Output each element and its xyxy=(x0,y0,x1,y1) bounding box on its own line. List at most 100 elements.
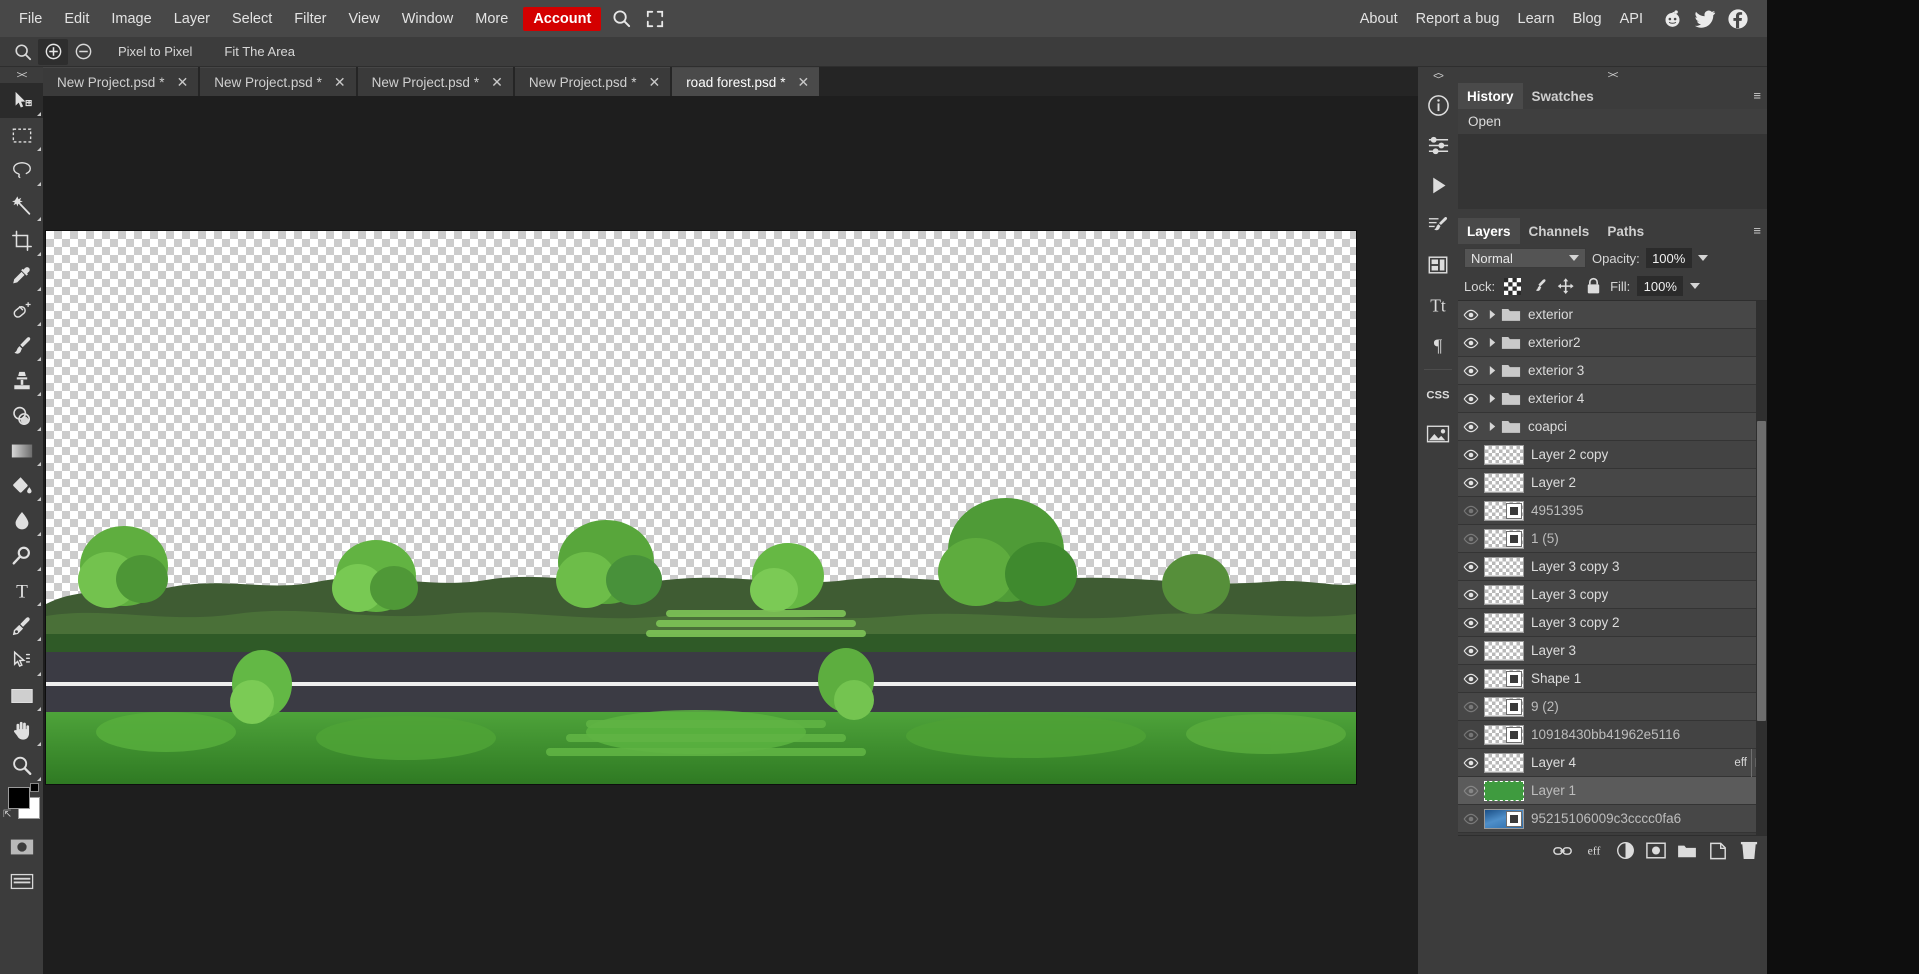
gradient-tool[interactable] xyxy=(0,433,43,468)
layer-row[interactable]: 4951395 xyxy=(1458,497,1767,525)
layer-visibility-eye-icon[interactable] xyxy=(1458,785,1484,797)
menu-edit[interactable]: Edit xyxy=(53,7,100,31)
document-tab[interactable]: New Project.psd * ✕ xyxy=(357,67,513,96)
brush-tool[interactable] xyxy=(0,328,43,363)
lock-image-icon[interactable] xyxy=(1529,276,1549,296)
eraser-tool[interactable] xyxy=(0,398,43,433)
layer-visibility-eye-icon[interactable] xyxy=(1458,393,1484,405)
lock-position-icon[interactable] xyxy=(1556,276,1576,296)
layer-row[interactable]: 10918430bb41962e5116 xyxy=(1458,721,1767,749)
menu-layer[interactable]: Layer xyxy=(163,7,221,31)
layer-thumbnail[interactable] xyxy=(1484,640,1524,661)
lock-all-icon[interactable] xyxy=(1583,276,1603,296)
document-tab-close-icon[interactable]: ✕ xyxy=(798,75,810,89)
fill-chevron-down-icon[interactable] xyxy=(1690,283,1701,289)
color-swatches[interactable]: ⇱ xyxy=(0,783,43,829)
move-tool[interactable] xyxy=(0,83,43,118)
new-layer-icon[interactable] xyxy=(1708,841,1728,861)
menu-view[interactable]: View xyxy=(338,7,391,31)
history-item-open[interactable]: Open xyxy=(1458,109,1767,134)
layers-scrollbar[interactable] xyxy=(1756,301,1767,835)
group-expand-arrow-icon[interactable] xyxy=(1484,365,1500,376)
layer-thumbnail[interactable] xyxy=(1484,808,1524,829)
layer-thumbnail[interactable] xyxy=(1484,556,1524,577)
lock-transparency-icon[interactable] xyxy=(1502,276,1522,296)
layers-panel-menu-icon[interactable]: ≡ xyxy=(1753,223,1761,238)
menu-select[interactable]: Select xyxy=(221,7,283,31)
fill-value[interactable]: 100% xyxy=(1637,276,1684,296)
group-expand-arrow-icon[interactable] xyxy=(1484,337,1500,348)
menu-account[interactable]: Account xyxy=(523,6,602,31)
link-learn[interactable]: Learn xyxy=(1509,8,1564,30)
layer-mask-thumbnail[interactable] xyxy=(1506,726,1522,743)
layer-visibility-eye-icon[interactable] xyxy=(1458,505,1484,517)
tab-channels[interactable]: Channels xyxy=(1520,218,1599,244)
layers-list[interactable]: exterior exterior2 exterior 3 exterior 4 coa… xyxy=(1458,300,1767,835)
character-icon[interactable]: Tt xyxy=(1418,285,1458,325)
menu-window[interactable]: Window xyxy=(391,7,465,31)
canvas-area[interactable] xyxy=(43,96,1418,974)
layer-thumbnail[interactable] xyxy=(1484,472,1524,493)
menu-more[interactable]: More xyxy=(464,7,519,31)
zoom-in-icon[interactable] xyxy=(38,38,68,65)
layer-visibility-eye-icon[interactable] xyxy=(1458,813,1484,825)
group-expand-arrow-icon[interactable] xyxy=(1484,421,1500,432)
layer-thumbnail[interactable] xyxy=(1484,528,1524,549)
layer-visibility-eye-icon[interactable] xyxy=(1458,421,1484,433)
layer-visibility-eye-icon[interactable] xyxy=(1458,645,1484,657)
blend-mode-select[interactable]: Normal xyxy=(1464,248,1586,268)
rectangular-marquee-tool[interactable] xyxy=(0,118,43,153)
history-panel-menu-icon[interactable]: ≡ xyxy=(1753,88,1761,103)
layer-visibility-eye-icon[interactable] xyxy=(1458,365,1484,377)
link-about[interactable]: About xyxy=(1351,8,1407,30)
info-icon[interactable] xyxy=(1418,85,1458,125)
layer-thumbnail[interactable] xyxy=(1484,612,1524,633)
layer-visibility-eye-icon[interactable] xyxy=(1458,561,1484,573)
magic-wand-tool[interactable] xyxy=(0,188,43,223)
group-expand-arrow-icon[interactable] xyxy=(1484,393,1500,404)
layer-visibility-eye-icon[interactable] xyxy=(1458,309,1484,321)
quick-mask-icon[interactable] xyxy=(0,829,43,864)
layer-thumbnail[interactable] xyxy=(1484,500,1524,521)
layer-visibility-eye-icon[interactable] xyxy=(1458,589,1484,601)
clone-stamp-tool[interactable] xyxy=(0,363,43,398)
tab-history[interactable]: History xyxy=(1458,83,1523,109)
link-report-a-bug[interactable]: Report a bug xyxy=(1407,8,1509,30)
layer-mask-thumbnail[interactable] xyxy=(1506,530,1522,547)
opacity-chevron-down-icon[interactable] xyxy=(1697,255,1708,261)
delete-layer-icon[interactable] xyxy=(1739,841,1759,861)
layer-row[interactable]: 95215106009c3cccc0fa6 xyxy=(1458,805,1767,833)
layer-row[interactable]: exterior 3 xyxy=(1458,357,1767,385)
document-tab[interactable]: New Project.psd * ✕ xyxy=(514,67,671,96)
link-api[interactable]: API xyxy=(1611,8,1652,30)
layer-mask-icon[interactable] xyxy=(1646,841,1666,861)
css-icon[interactable]: CSS xyxy=(1418,374,1458,414)
layer-mask-thumbnail[interactable] xyxy=(1506,502,1522,519)
tools-collapse-handle[interactable]: >< xyxy=(0,67,43,83)
healing-brush-tool[interactable] xyxy=(0,293,43,328)
layer-mask-thumbnail[interactable] xyxy=(1506,670,1522,687)
layer-row[interactable]: Layer 2 xyxy=(1458,469,1767,497)
document-canvas[interactable] xyxy=(46,231,1356,784)
shape-tool[interactable] xyxy=(0,678,43,713)
zoom-out-icon[interactable] xyxy=(68,39,98,65)
facebook-icon[interactable] xyxy=(1725,6,1751,32)
swap-colors-icon[interactable]: ⇱ xyxy=(3,809,11,820)
document-tab-close-icon[interactable]: ✕ xyxy=(177,75,189,89)
twitter-icon[interactable] xyxy=(1692,6,1718,32)
layer-row[interactable]: coapci xyxy=(1458,413,1767,441)
eyedropper-tool[interactable] xyxy=(0,258,43,293)
layer-visibility-eye-icon[interactable] xyxy=(1458,673,1484,685)
link-blog[interactable]: Blog xyxy=(1564,8,1611,30)
layer-mask-thumbnail[interactable] xyxy=(1506,698,1522,715)
layer-visibility-eye-icon[interactable] xyxy=(1458,337,1484,349)
layer-mask-thumbnail[interactable] xyxy=(1506,810,1522,827)
layer-row[interactable]: exterior 4 xyxy=(1458,385,1767,413)
new-group-icon[interactable] xyxy=(1677,841,1697,861)
layers-scrollbar-thumb[interactable] xyxy=(1757,421,1766,721)
layer-visibility-eye-icon[interactable] xyxy=(1458,449,1484,461)
layer-row[interactable]: 1 (5) xyxy=(1458,525,1767,553)
document-tab[interactable]: New Project.psd * ✕ xyxy=(200,67,356,96)
dock-collapse-handle[interactable]: <> xyxy=(1418,67,1458,85)
layer-row[interactable]: exterior xyxy=(1458,301,1767,329)
